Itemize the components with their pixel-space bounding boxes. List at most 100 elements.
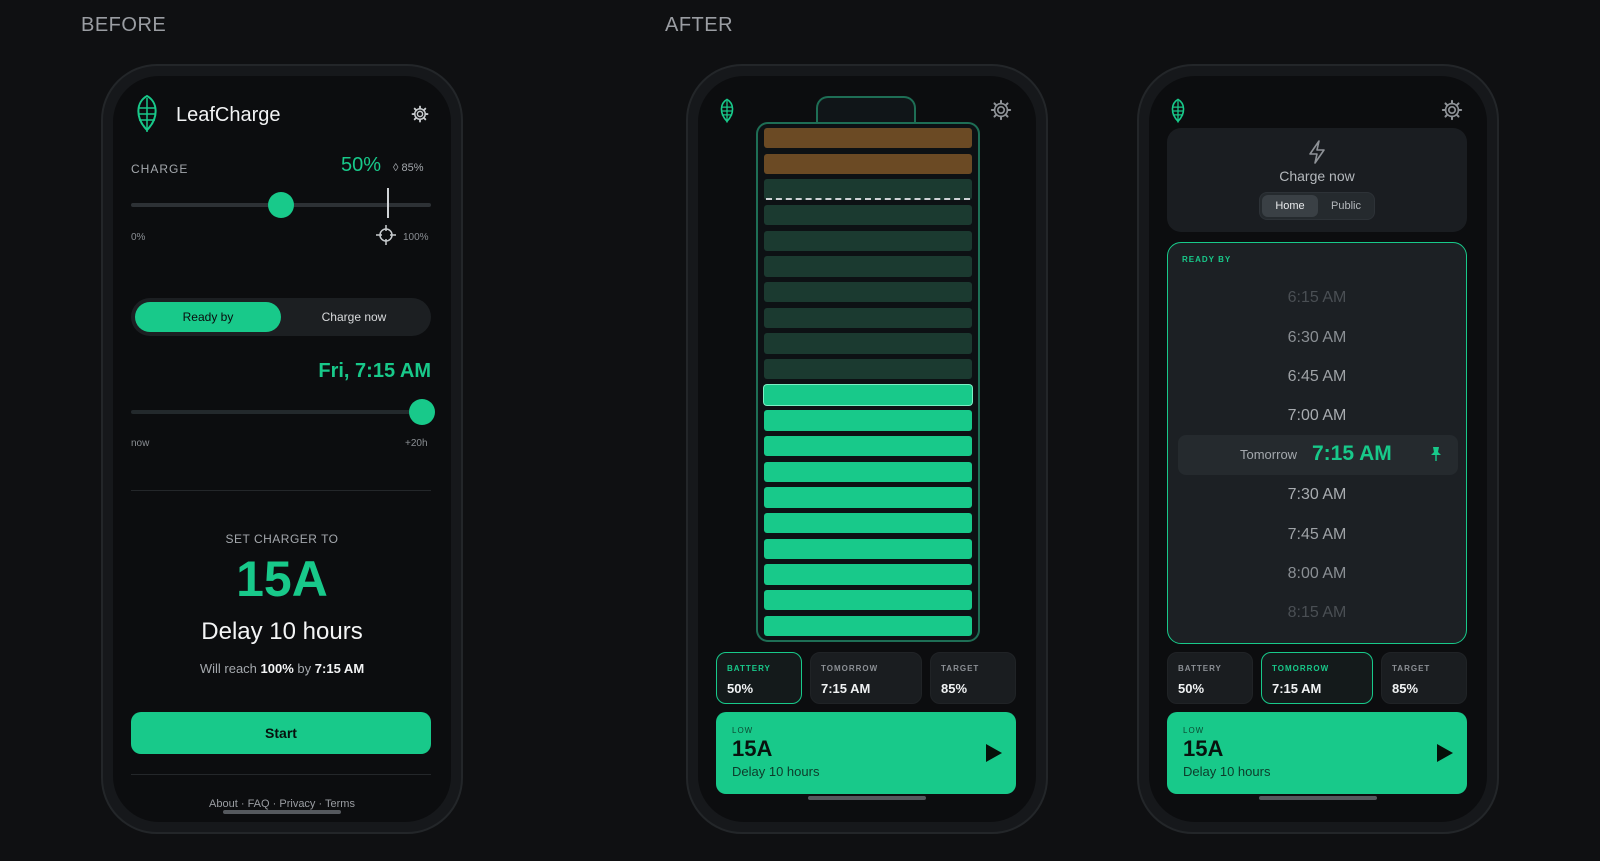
gear-icon[interactable] — [990, 99, 1012, 121]
screen-before: LeafCharge CHARGE 50% ◊ 85% 0% 100% Read… — [113, 76, 451, 822]
leaf-logo-icon — [718, 98, 736, 124]
battery-cell — [764, 333, 972, 354]
card-value: 50% — [727, 681, 754, 696]
play-icon[interactable] — [986, 744, 1002, 762]
ready-time: Fri, 7:15 AM — [318, 360, 431, 382]
battery-cell — [764, 384, 972, 405]
card-value: 7:15 AM — [821, 681, 871, 696]
gear-icon[interactable] — [1441, 99, 1463, 121]
battery-gauge[interactable] — [756, 122, 980, 642]
card-label: TOMORROW — [1272, 664, 1330, 673]
divider — [131, 490, 431, 491]
mode-charge-now[interactable]: Charge now — [281, 302, 427, 332]
screen-after-picker: Charge now Home Public READY BY 6:15 AM … — [1149, 76, 1487, 822]
battery-cell — [764, 128, 972, 149]
card-target[interactable]: TARGET 85% — [930, 652, 1016, 704]
action-level-label: LOW — [1183, 726, 1205, 735]
gear-icon[interactable] — [411, 105, 429, 123]
charge-label: CHARGE — [131, 162, 189, 176]
target-value: 85% — [401, 162, 424, 174]
time-option[interactable]: 7:00 AM — [1168, 407, 1466, 425]
card-label: TOMORROW — [821, 664, 879, 673]
time-option[interactable]: 8:15 AM — [1168, 604, 1466, 622]
charge-slider-knob[interactable] — [268, 192, 294, 218]
pin-icon[interactable] — [1430, 446, 1442, 462]
screen-after-battery: BATTERY 50% TOMORROW 7:15 AM TARGET 85% … — [698, 76, 1036, 822]
battery-cell — [764, 179, 972, 200]
leaf-logo-icon — [1169, 98, 1187, 124]
action-amps: 15A — [1183, 736, 1224, 761]
card-battery[interactable]: BATTERY 50% — [1167, 652, 1253, 704]
target-diamond-icon: ◊ — [393, 162, 399, 174]
battery-cell — [764, 230, 972, 251]
battery-cell — [764, 513, 972, 534]
charge-now-title: Charge now — [1279, 168, 1355, 184]
phone-after-battery: BATTERY 50% TOMORROW 7:15 AM TARGET 85% … — [686, 64, 1048, 834]
battery-cell — [764, 359, 972, 380]
action-delay: Delay 10 hours — [1183, 764, 1271, 779]
time-option[interactable]: 7:45 AM — [1168, 526, 1466, 544]
slider-min-label: 0% — [131, 232, 146, 243]
battery-cell — [764, 538, 972, 559]
action-delay: Delay 10 hours — [732, 764, 820, 779]
footer-links: About · FAQ · Privacy · Terms — [113, 798, 451, 810]
charge-now-panel[interactable]: Charge now Home Public — [1167, 128, 1467, 232]
reach-text: Will reach 100% by 7:15 AM — [113, 661, 451, 676]
ready-by-label: READY BY — [1182, 255, 1232, 264]
action-level-label: LOW — [732, 726, 754, 735]
battery-cell — [764, 615, 972, 636]
play-icon[interactable] — [1437, 744, 1453, 762]
target-indicator: ◊ 85% — [393, 162, 424, 174]
footer-sep: · — [240, 798, 245, 810]
time-option[interactable]: 7:30 AM — [1168, 486, 1466, 504]
charge-value: 50% — [341, 154, 382, 176]
footer-about[interactable]: About — [209, 798, 238, 810]
action-card[interactable]: LOW 15A Delay 10 hours — [1167, 712, 1467, 794]
target-dashed-line — [766, 198, 970, 201]
home-indicator — [223, 810, 341, 814]
battery-cell — [764, 590, 972, 611]
reach-prefix: Will reach — [199, 661, 257, 676]
battery-cell — [764, 205, 972, 226]
before-label: BEFORE — [81, 14, 167, 36]
amps-value: 15A — [236, 551, 328, 607]
battery-cell — [764, 282, 972, 303]
time-slider-track[interactable] — [131, 410, 431, 414]
battery-cell — [764, 461, 972, 482]
leaf-logo-icon — [133, 94, 161, 134]
card-target[interactable]: TARGET 85% — [1381, 652, 1467, 704]
time-option[interactable]: 6:15 AM — [1168, 289, 1466, 307]
card-label: TARGET — [941, 664, 980, 673]
home-indicator — [1259, 796, 1377, 800]
reach-by: by — [297, 661, 312, 676]
card-battery[interactable]: BATTERY 50% — [716, 652, 802, 704]
card-value: 85% — [941, 681, 968, 696]
start-button[interactable]: Start — [131, 712, 431, 754]
time-slider-knob[interactable] — [409, 399, 435, 425]
card-tomorrow[interactable]: TOMORROW 7:15 AM — [810, 652, 922, 704]
time-option[interactable]: 6:45 AM — [1168, 368, 1466, 386]
card-value: 7:15 AM — [1272, 681, 1322, 696]
footer-sep: · — [272, 798, 277, 810]
ready-by-picker[interactable]: READY BY 6:15 AM 6:30 AM 6:45 AM 7:00 AM… — [1167, 242, 1467, 644]
mode-ready-by[interactable]: Ready by — [135, 302, 281, 332]
time-option[interactable]: 6:30 AM — [1168, 329, 1466, 347]
battery-cell — [764, 153, 972, 174]
footer-divider — [131, 774, 431, 775]
set-charger-label: SET CHARGER TO — [225, 532, 339, 546]
tab-public[interactable]: Public — [1318, 195, 1374, 217]
card-tomorrow[interactable]: TOMORROW 7:15 AM — [1261, 652, 1373, 704]
time-max-label: +20h — [405, 438, 428, 449]
footer-sep: · — [318, 798, 323, 810]
tab-home[interactable]: Home — [1262, 195, 1318, 217]
footer-terms[interactable]: Terms — [325, 798, 355, 810]
battery-cell — [764, 487, 972, 508]
action-card[interactable]: LOW 15A Delay 10 hours — [716, 712, 1016, 794]
target-marker[interactable] — [387, 188, 389, 218]
app-title: LeafCharge — [176, 104, 281, 126]
selected-time-row[interactable]: Tomorrow 7:15 AM — [1178, 435, 1458, 475]
selected-time: 7:15 AM — [1312, 442, 1392, 465]
time-option[interactable]: 8:00 AM — [1168, 565, 1466, 583]
footer-faq[interactable]: FAQ — [248, 798, 270, 810]
footer-privacy[interactable]: Privacy — [279, 798, 315, 810]
